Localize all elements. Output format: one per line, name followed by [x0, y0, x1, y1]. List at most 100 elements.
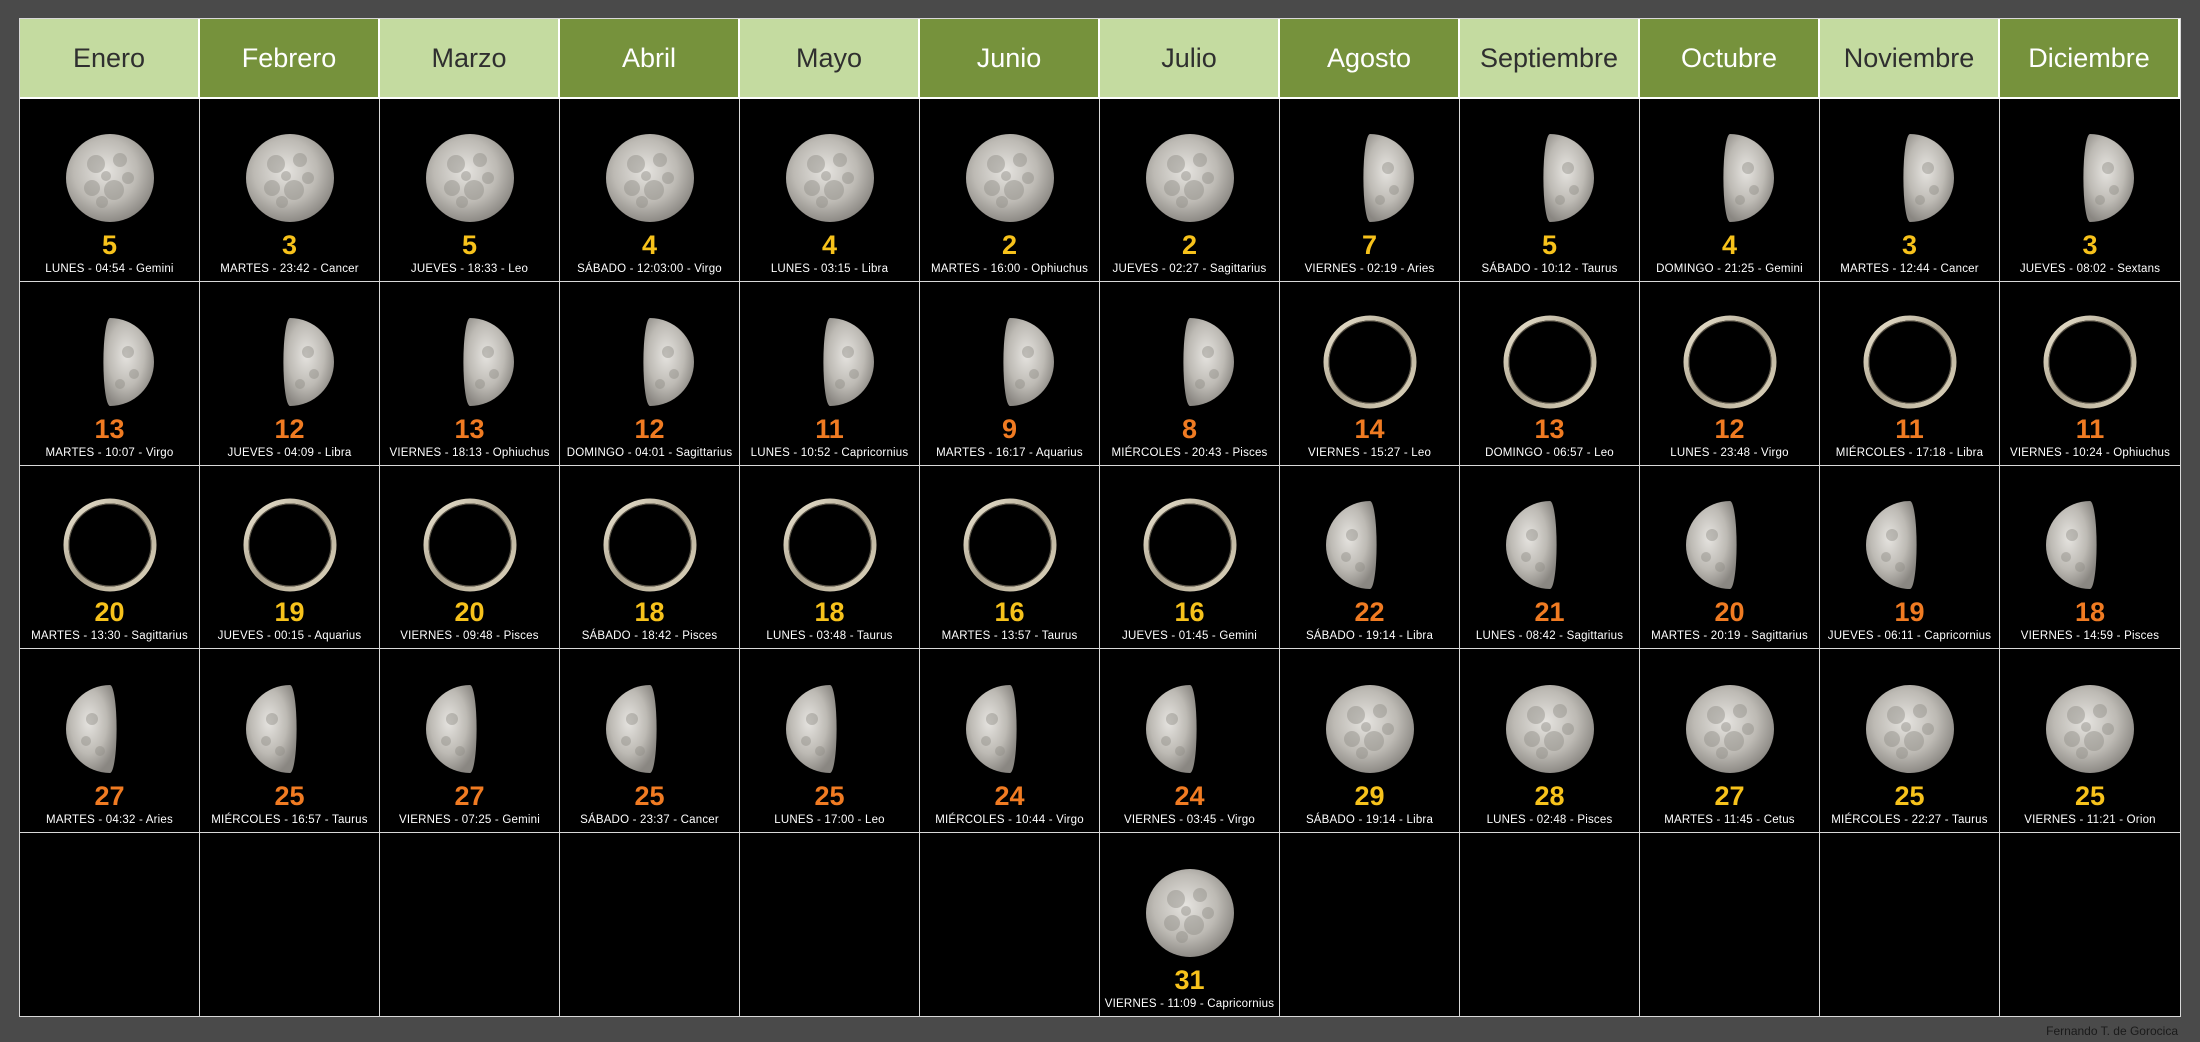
phase-info: DOMINGO - 04:01 - Sagittarius	[566, 446, 733, 459]
phase-cell	[1460, 832, 1640, 1016]
phase-cell: 18 SÁBADO - 18:42 - Pisces	[560, 465, 740, 650]
phase-day: 20	[1714, 597, 1745, 628]
phase-info: MIÉRCOLES - 17:18 - Libra	[1835, 446, 1984, 459]
phase-day: 12	[1714, 413, 1745, 444]
month-header-12: Diciembre	[2000, 19, 2180, 99]
month-header-10: Octubre	[1640, 19, 1820, 99]
phase-day: 31	[1174, 964, 1205, 995]
waxing-moon-icon	[1505, 501, 1557, 590]
phase-info: SÁBADO - 10:12 - Taurus	[1481, 263, 1618, 276]
new-moon-icon	[1323, 315, 1416, 409]
month-header-1: Enero	[20, 19, 200, 99]
new-moon-icon	[63, 498, 156, 592]
phase-cell	[200, 832, 380, 1016]
new-moon-icon	[783, 498, 876, 592]
waning-moon-icon	[102, 317, 154, 406]
phase-info: VIERNES - 15:27 - Leo	[1307, 446, 1432, 459]
waning-moon-icon	[642, 317, 694, 406]
phase-info: LUNES - 08:42 - Sagittarius	[1475, 630, 1624, 643]
phase-info: SÁBADO - 19:14 - Libra	[1305, 630, 1434, 643]
phase-info: VIERNES - 11:21 - Orion	[2024, 813, 2156, 826]
full-moon-icon	[1145, 134, 1234, 223]
phase-cell	[20, 832, 200, 1016]
waxing-moon-icon	[605, 684, 657, 773]
phase-day: 25	[274, 780, 305, 811]
phase-day: 24	[1174, 780, 1205, 811]
phase-day: 25	[2074, 780, 2106, 811]
phase-day: 18	[814, 597, 845, 628]
phase-cell: 16 MARTES - 13:57 - Taurus	[920, 465, 1100, 650]
phase-info: MARTES - 20:19 - Sagittarius	[1651, 630, 1808, 643]
phase-cell: 16 JUEVES - 01:45 - Gemini	[1100, 465, 1280, 650]
new-moon-icon	[243, 498, 336, 592]
phase-day: 19	[274, 597, 305, 628]
new-moon-icon	[963, 498, 1056, 592]
phase-cell: 24 VIERNES - 03:45 - Virgo	[1100, 649, 1280, 833]
month-header-4: Abril	[560, 19, 740, 99]
phase-day: 16	[994, 597, 1025, 628]
month-header-6: Junio	[920, 19, 1100, 99]
phase-info: VIERNES - 14:59 - Pisces	[2020, 630, 2160, 643]
phase-cell	[1820, 832, 2000, 1016]
full-moon-icon	[245, 134, 334, 223]
phase-cell	[380, 832, 560, 1016]
waxing-moon-icon	[245, 684, 297, 773]
phase-day: 4	[1721, 230, 1738, 261]
phase-cell: 4 LUNES - 03:15 - Libra	[740, 99, 920, 283]
phase-cell: 27 MARTES - 11:45 - Cetus	[1640, 649, 1820, 833]
new-moon-icon	[1863, 315, 1956, 409]
phase-info: VIERNES - 07:25 - Gemini	[399, 813, 540, 826]
phase-day: 5	[101, 230, 118, 261]
phase-cell: 12 DOMINGO - 04:01 - Sagittarius	[560, 282, 740, 466]
phase-day: 9	[1001, 413, 1018, 444]
phase-info: JUEVES - 06:11 - Capricornius	[1827, 630, 1992, 643]
phase-info: VIERNES - 03:45 - Virgo	[1124, 813, 1255, 826]
full-moon-icon	[1325, 684, 1414, 773]
phase-day: 12	[274, 413, 305, 444]
new-moon-icon	[603, 498, 696, 592]
month-header-3: Marzo	[380, 19, 560, 99]
waning-moon-icon	[1542, 134, 1594, 223]
phase-info: MIÉRCOLES - 20:43 - Pisces	[1111, 446, 1268, 459]
phase-info: LUNES - 03:48 - Taurus	[766, 630, 893, 643]
new-moon-icon	[1503, 315, 1596, 409]
phase-info: DOMINGO - 06:57 - Leo	[1485, 446, 1614, 459]
phase-day: 27	[94, 780, 125, 811]
phase-info: LUNES - 02:48 - Pisces	[1486, 813, 1613, 826]
waning-moon-icon	[1002, 317, 1054, 406]
month-header-9: Septiembre	[1460, 19, 1640, 99]
waxing-moon-icon	[1865, 501, 1917, 590]
phase-day: 24	[994, 780, 1025, 811]
phase-cell: 14 VIERNES - 15:27 - Leo	[1280, 282, 1460, 466]
phase-info: JUEVES - 00:15 - Aquarius	[217, 630, 362, 643]
phase-cell: 25 VIERNES - 11:21 - Orion	[2000, 649, 2180, 833]
phase-cell: 27 VIERNES - 07:25 - Gemini	[380, 649, 560, 833]
phase-info: MIÉRCOLES - 10:44 - Virgo	[935, 813, 1084, 826]
phase-cell: 27 MARTES - 04:32 - Aries	[20, 649, 200, 833]
lunar-calendar: Enero Febrero Marzo Abril Mayo Junio Julio Agos…	[19, 18, 2181, 1017]
full-moon-icon	[1865, 684, 1954, 773]
phase-info: JUEVES - 08:02 - Sextans	[2019, 263, 2161, 276]
phase-day: 28	[1534, 780, 1565, 811]
author-credit: Fernando T. de Gorocica	[2046, 1024, 2178, 1038]
phase-cell: 20 MARTES - 13:30 - Sagittarius	[20, 465, 200, 650]
phase-info: MARTES - 23:42 - Cancer	[220, 263, 359, 276]
phase-info: LUNES - 23:48 - Virgo	[1670, 446, 1789, 459]
phase-day: 27	[1714, 780, 1745, 811]
phase-cell	[2000, 833, 2180, 1016]
phase-day: 25	[1894, 780, 1925, 811]
phase-info: LUNES - 04:54 - Gemini	[45, 263, 174, 276]
full-moon-icon	[65, 134, 154, 223]
phase-info: MIÉRCOLES - 22:27 - Taurus	[1831, 813, 1988, 826]
phase-cell: 13 VIERNES - 18:13 - Ophiuchus	[380, 282, 560, 466]
phase-cell: 2 MARTES - 16:00 - Ophiuchus	[920, 99, 1100, 283]
phase-cell	[740, 832, 920, 1016]
waxing-moon-icon	[1685, 501, 1737, 590]
phase-info: MARTES - 16:00 - Ophiuchus	[930, 263, 1089, 276]
full-moon-icon	[1145, 868, 1234, 957]
month-header-2: Febrero	[200, 19, 380, 99]
phase-day: 2	[1001, 230, 1018, 261]
new-moon-icon	[1683, 315, 1776, 409]
phase-cell: 7 VIERNES - 02:19 - Aries	[1280, 99, 1460, 283]
phase-cell: 11 MIÉRCOLES - 17:18 - Libra	[1820, 282, 2000, 466]
